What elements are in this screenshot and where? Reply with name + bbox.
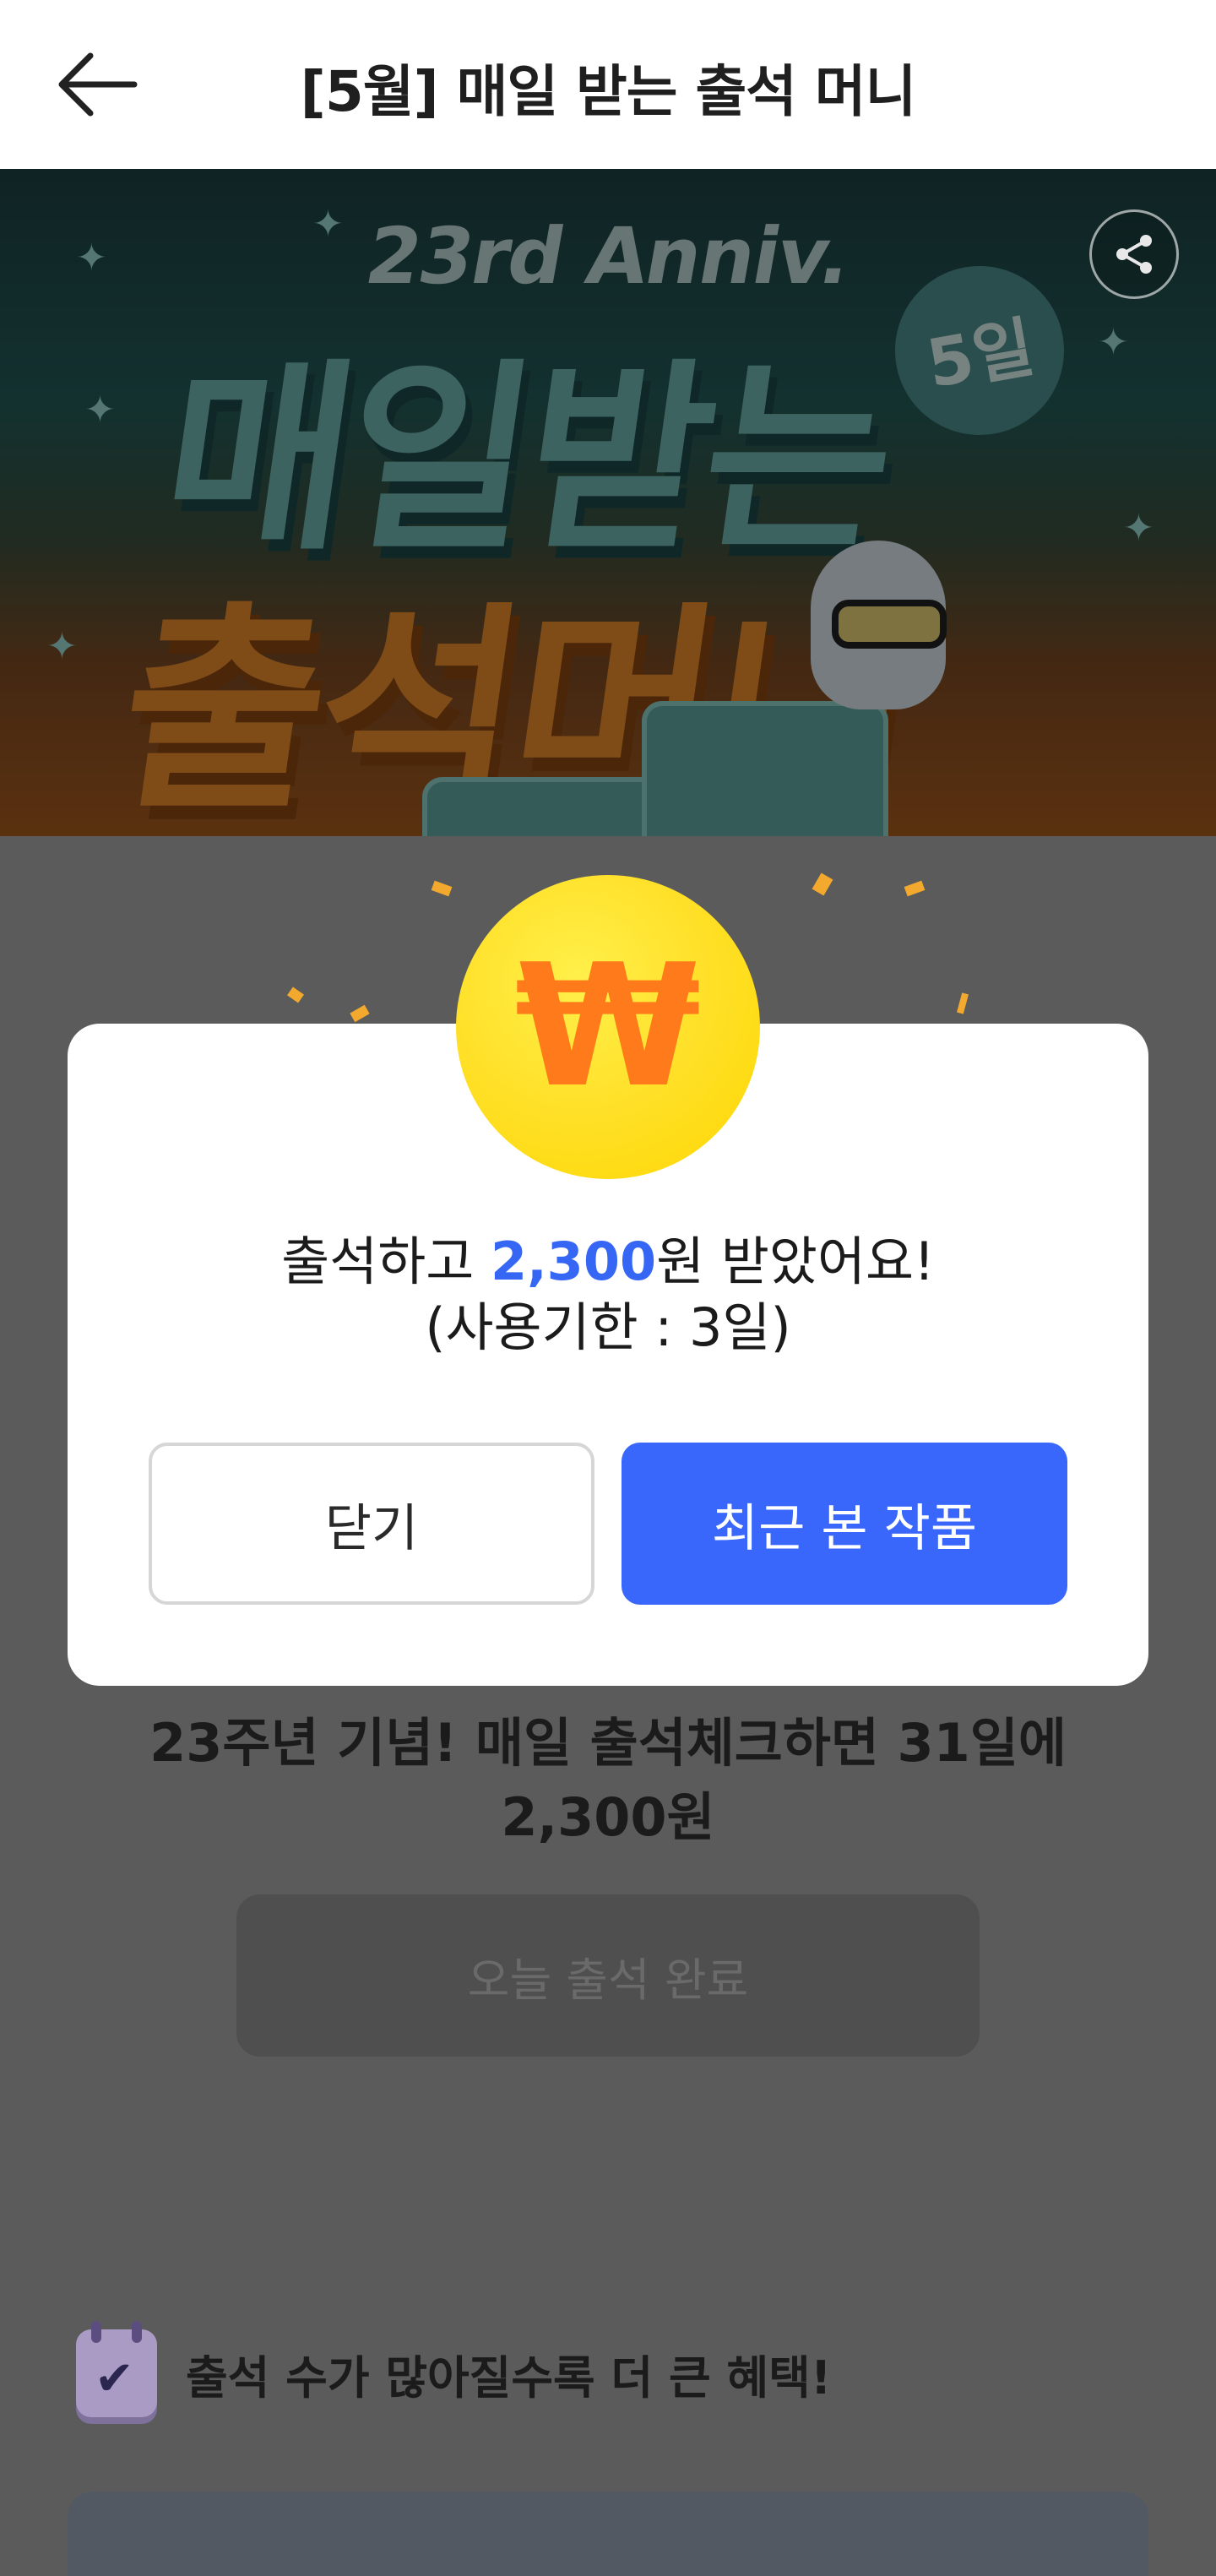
reward-amount: 2,300 — [490, 1231, 657, 1292]
reward-validity: (사용기한 : 3일) — [425, 1296, 791, 1358]
event-banner: ✦ ✦ ✦ ✦ ✦ ✦ 23rd Anniv. 매일받는 출석머니 5일 — [0, 169, 1216, 836]
promo-line-2: 2,300원 — [501, 1786, 715, 1848]
benefit-row: ✔ 출석 수가 많아질수록 더 큰 혜택! — [76, 2321, 832, 2424]
share-icon — [1116, 235, 1152, 274]
attendance-complete-button[interactable]: 오늘 출석 완료 — [236, 1894, 980, 2057]
benefit-card — [68, 2492, 1148, 2576]
share-button[interactable] — [1089, 209, 1179, 299]
won-coin-icon: ₩ — [456, 875, 760, 1179]
reward-message: 출석하고 2,300원 받았어요! (사용기한 : 3일) — [0, 1229, 1216, 1361]
top-header: [5월] 매일 받는 출석 머니 — [0, 0, 1216, 169]
promo-title: 23주년 기념! 매일 출석체크하면 31일에 2,300원 — [0, 1706, 1216, 1855]
page-title: [5월] 매일 받는 출석 머니 — [300, 59, 917, 124]
confetti — [350, 1004, 370, 1023]
close-button[interactable]: 닫기 — [149, 1443, 594, 1605]
benefit-text: 출석 수가 많아질수록 더 큰 혜택! — [186, 2350, 832, 2405]
promo-line-1: 23주년 기념! 매일 출석체크하면 31일에 — [149, 1712, 1067, 1774]
confetti — [957, 992, 969, 1014]
reward-message-line1: 출석하고 2,300원 받았어요! — [0, 1229, 1216, 1295]
confetti — [287, 986, 304, 1003]
confetti — [812, 872, 833, 896]
reward-suffix: 원 받았어요! — [656, 1231, 935, 1292]
reward-prefix: 출석하고 — [281, 1231, 491, 1292]
won-symbol: ₩ — [514, 928, 702, 1125]
banner-dim-overlay — [0, 169, 1216, 836]
calendar-check-icon: ✔ — [76, 2321, 157, 2417]
confetti — [904, 880, 926, 897]
confetti — [431, 880, 453, 897]
recent-works-button[interactable]: 최근 본 작품 — [622, 1443, 1067, 1605]
